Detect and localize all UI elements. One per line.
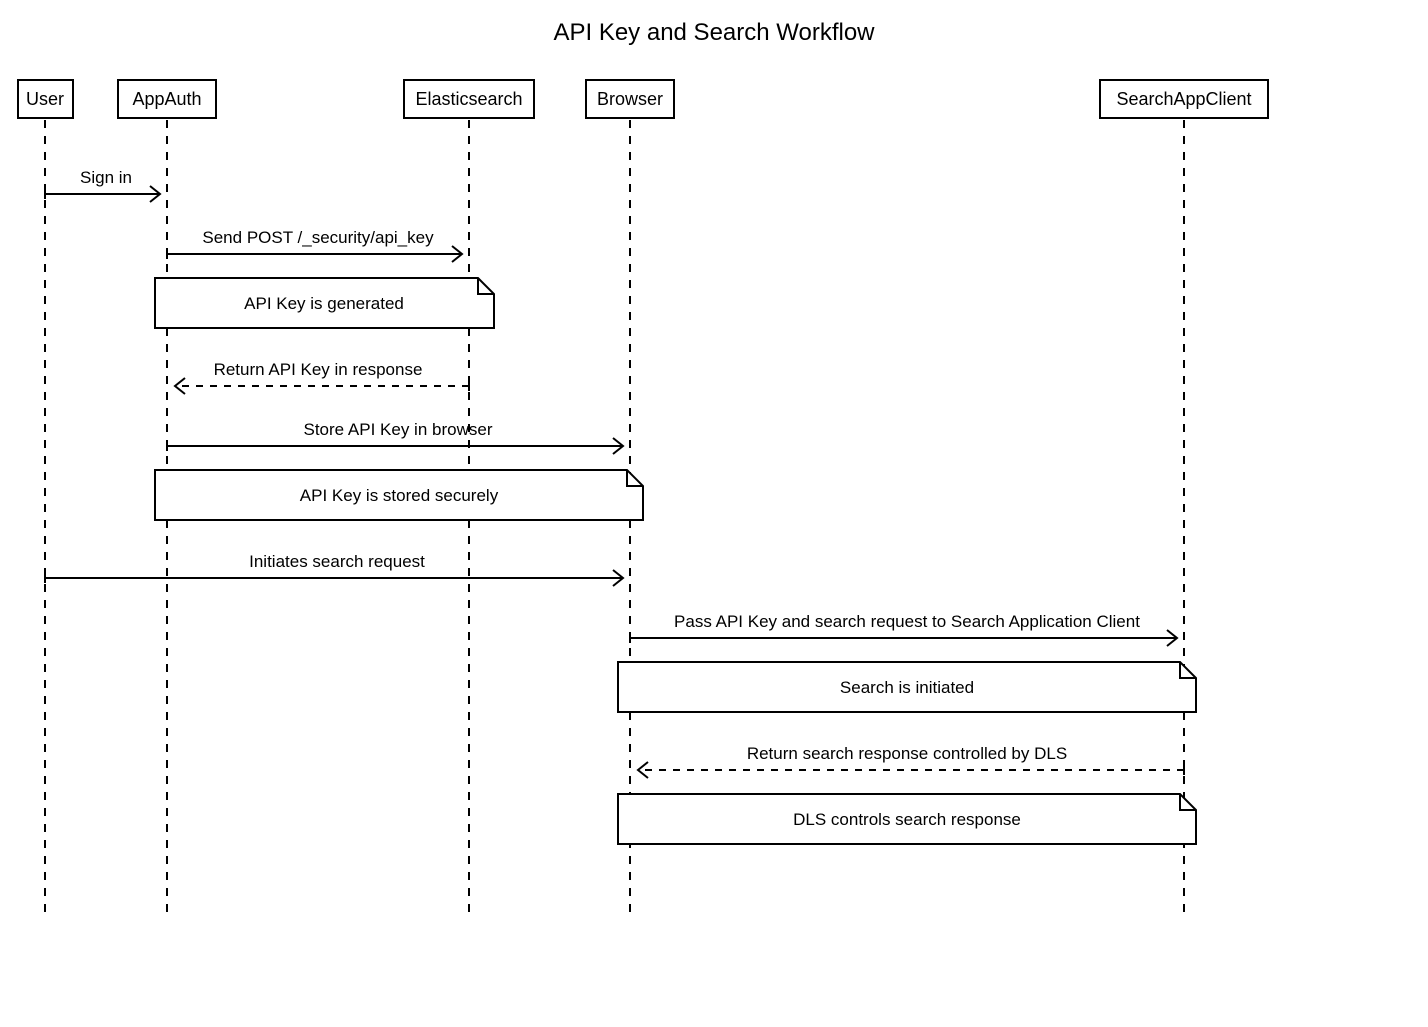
svg-text:Return search response control: Return search response controlled by DLS	[747, 744, 1067, 763]
message-sign-in: Sign in	[45, 168, 160, 202]
message-return-search-response: Return search response controlled by DLS	[638, 744, 1184, 778]
sequence-diagram: API Key and Search Workflow User AppAuth…	[0, 0, 1428, 1027]
svg-text:Pass API Key and search reques: Pass API Key and search request to Searc…	[674, 612, 1140, 631]
actor-label-elastic: Elasticsearch	[415, 89, 522, 109]
svg-text:DLS controls search response: DLS controls search response	[793, 810, 1021, 829]
svg-text:Search is initiated: Search is initiated	[840, 678, 974, 697]
svg-text:Sign in: Sign in	[80, 168, 132, 187]
message-initiate-search: Initiates search request	[45, 552, 623, 586]
svg-text:Initiates search request: Initiates search request	[249, 552, 425, 571]
message-send-post: Send POST /_security/api_key	[167, 228, 462, 262]
note-api-key-generated: API Key is generated	[155, 278, 494, 328]
note-api-key-stored: API Key is stored securely	[155, 470, 643, 520]
note-dls-controls: DLS controls search response	[618, 794, 1196, 844]
svg-text:Return API Key in response: Return API Key in response	[214, 360, 423, 379]
svg-text:Send POST /_security/api_key: Send POST /_security/api_key	[202, 228, 434, 247]
message-return-api-key: Return API Key in response	[175, 360, 469, 394]
svg-text:API Key is stored securely: API Key is stored securely	[300, 486, 499, 505]
svg-text:Store API Key in browser: Store API Key in browser	[304, 420, 493, 439]
message-store-api-key: Store API Key in browser	[167, 420, 623, 454]
actor-label-appauth: AppAuth	[132, 89, 201, 109]
actor-label-user: User	[26, 89, 64, 109]
diagram-title: API Key and Search Workflow	[553, 19, 875, 46]
actor-label-searchclient: SearchAppClient	[1116, 89, 1251, 109]
actor-label-browser: Browser	[597, 89, 663, 109]
message-pass-api-key: Pass API Key and search request to Searc…	[630, 612, 1177, 646]
svg-text:API Key is generated: API Key is generated	[244, 294, 404, 313]
note-search-initiated: Search is initiated	[618, 662, 1196, 712]
